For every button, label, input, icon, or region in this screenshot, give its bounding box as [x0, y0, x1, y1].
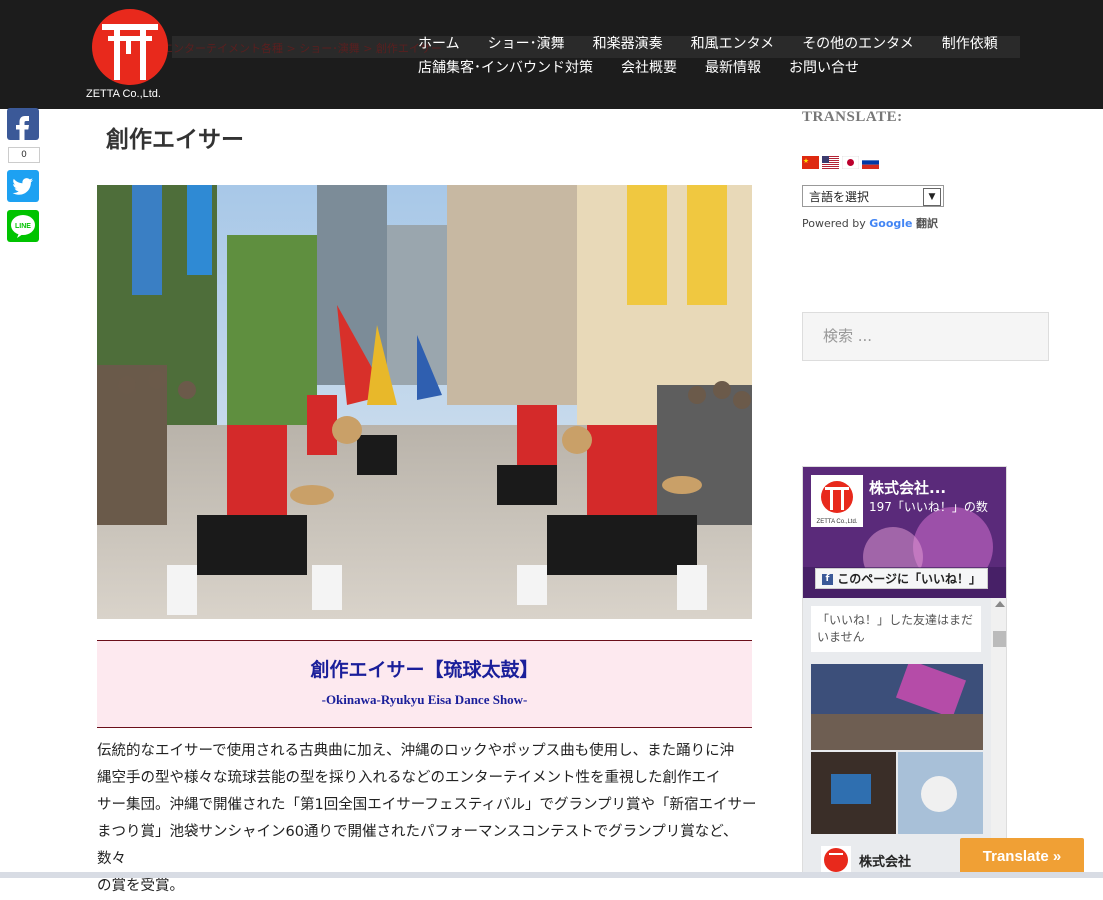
fb-page-name[interactable]: 株式会社... — [869, 477, 946, 498]
page-title: 創作エイサー — [106, 127, 244, 153]
scrollbar-thumb[interactable] — [993, 631, 1006, 647]
taskbar-strip — [0, 872, 1103, 878]
language-flags — [802, 156, 879, 169]
twitter-share-button[interactable] — [7, 170, 39, 202]
fb-like-button[interactable]: f このページに「いいね！」 — [815, 568, 988, 589]
fb-post-avatar — [821, 846, 851, 874]
description-line: まつり賞」池袋サンシャイン60通りで開催されたパフォーマンスコンテストでグランプ… — [97, 824, 738, 867]
description-line: サー集団。沖縄で開催された「第1回全国エイサーフェスティバル」でグランプリ賞や「… — [97, 797, 757, 813]
scroll-up-icon[interactable] — [995, 601, 1005, 607]
logo-text: ZETTA Co.,Ltd. — [86, 88, 161, 100]
scrollbar[interactable] — [991, 598, 1006, 877]
nav-item-row2-1[interactable]: 会社概要 — [621, 56, 677, 80]
language-select[interactable]: 言語を選択 ▼ — [802, 185, 944, 207]
powered-by-label: Powered by — [802, 217, 866, 230]
fb-friends-text: 「いいね！」した友達はまだいません — [811, 606, 981, 652]
search-placeholder: 検索 ... — [823, 327, 873, 345]
fb-likes-count: 197「いいね！」の数 — [869, 500, 988, 514]
zetta-logo-icon[interactable] — [88, 8, 172, 86]
fb-like-label: このページに「いいね！」 — [837, 572, 981, 586]
nav-item-2[interactable]: 和楽器演奏 — [593, 32, 663, 56]
nav-item-3[interactable]: 和風エンタメ — [691, 32, 775, 56]
nav-item-1[interactable]: ショー･演舞 — [488, 32, 565, 56]
eisa-dance-photo — [97, 185, 752, 619]
description-line: 縄空手の型や様々な琉球芸能の型を採り入れるなどのエンターテイメント性を重視した創… — [97, 770, 721, 786]
facebook-cover-image[interactable]: ZETTA Co.,Ltd. 株式会社... 197「いいね！」の数 f このペ… — [803, 467, 1006, 598]
nav-item-row2-0[interactable]: 店舗集客･インバウンド対策 — [418, 56, 593, 80]
caption-title: 創作エイサー【琉球太鼓】 — [310, 659, 539, 681]
nav-item-row2-3[interactable]: お問い合せ — [789, 56, 859, 80]
facebook-share-button[interactable] — [7, 108, 39, 140]
facebook-page-widget: ZETTA Co.,Ltd. 株式会社... 197「いいね！」の数 f このペ… — [802, 466, 1007, 878]
facebook-icon: f — [822, 574, 833, 585]
line-icon: LINE — [11, 215, 35, 238]
description-line: 伝統的なエイサーで使用される古典曲に加え、沖縄のロックやポップス曲も使用し、また… — [97, 743, 735, 759]
language-select-value: 言語を選択 — [809, 190, 870, 204]
usa-flag-icon[interactable] — [822, 156, 839, 169]
svg-text:ZETTA Co.,Ltd.: ZETTA Co.,Ltd. — [817, 519, 858, 525]
translate-label: TRANSLATE: — [802, 109, 903, 125]
translate-button[interactable]: Translate » — [960, 838, 1084, 875]
google-logo[interactable]: Google — [869, 217, 912, 230]
twitter-icon — [12, 178, 34, 195]
search-input[interactable]: 検索 ... — [802, 312, 1049, 361]
site-header: エンターテイメント各種 > ショー･演舞 > 創作エイサー ZETTA Co.,… — [0, 0, 1103, 109]
nav-row-1: ホーム ショー･演舞 和楽器演奏 和風エンタメ その他のエンタメ 制作依頼 — [418, 32, 1018, 56]
russia-flag-icon[interactable] — [862, 156, 879, 169]
caption-subtitle: -Okinawa-Ryukyu Eisa Dance Show- — [321, 692, 528, 707]
fb-post-author[interactable]: 株式会社 — [821, 846, 911, 874]
share-count: 0 — [8, 147, 40, 163]
nav-item-4[interactable]: その他のエンタメ — [802, 32, 914, 56]
main-nav: ホーム ショー･演舞 和楽器演奏 和風エンタメ その他のエンタメ 制作依頼 店舗集客･イン… — [418, 32, 1018, 80]
powered-by-google: Powered by Google 翻訳 — [802, 215, 938, 231]
fb-post-author-name: 株式会社 — [859, 854, 912, 870]
japan-flag-icon[interactable] — [842, 156, 859, 169]
caption-box: 創作エイサー【琉球太鼓】 -Okinawa-Ryukyu Eisa Dance … — [97, 640, 752, 728]
line-share-button[interactable]: LINE — [7, 210, 39, 242]
translate-link[interactable]: 翻訳 — [916, 217, 938, 230]
fb-photo-collage[interactable] — [811, 664, 983, 834]
nav-item-5[interactable]: 制作依頼 — [942, 32, 998, 56]
nav-item-0[interactable]: ホーム — [418, 32, 460, 56]
facebook-feed: 「いいね！」した友達はまだいません 株式会社 — [803, 598, 1006, 877]
china-flag-icon[interactable] — [802, 156, 819, 169]
fb-page-avatar[interactable]: ZETTA Co.,Ltd. — [811, 475, 863, 527]
facebook-icon — [16, 116, 29, 140]
nav-row-2: 店舗集客･インバウンド対策 会社概要 最新情報 お問い合せ — [418, 56, 1018, 80]
nav-item-row2-2[interactable]: 最新情報 — [705, 56, 761, 80]
svg-text:LINE: LINE — [15, 223, 31, 230]
breadcrumb[interactable]: エンターテイメント各種 > ショー･演舞 > 創作エイサー — [162, 40, 442, 56]
chevron-down-icon: ▼ — [923, 188, 941, 206]
